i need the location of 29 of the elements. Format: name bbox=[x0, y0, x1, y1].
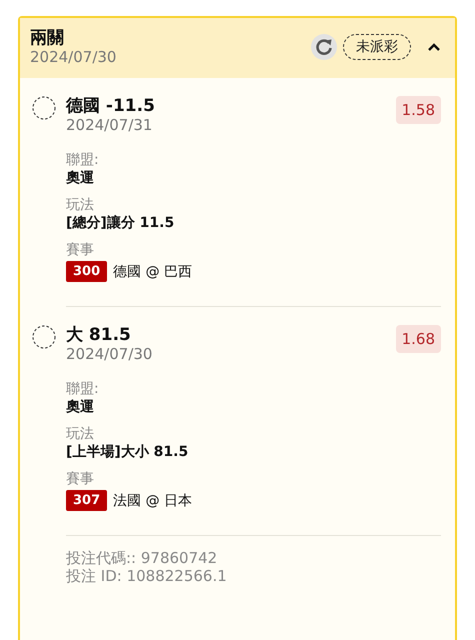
event-code-badge: 307 bbox=[66, 490, 108, 511]
collapse-caret-icon[interactable] bbox=[427, 42, 441, 52]
event-name: 德國 @ 巴西 bbox=[113, 262, 192, 280]
selection-title: 德國 -11.5 bbox=[66, 96, 156, 116]
field-label: 玩法 bbox=[66, 197, 95, 214]
field-label: 玩法 bbox=[66, 426, 95, 443]
refresh-icon[interactable] bbox=[311, 34, 337, 60]
field-label: 聯盟: bbox=[66, 381, 100, 398]
status-badge: 未派彩 bbox=[343, 34, 411, 60]
pending-circle-icon bbox=[32, 325, 56, 349]
bet-type-title: 兩關 bbox=[30, 28, 65, 48]
event-code-badge: 300 bbox=[66, 261, 108, 282]
odds-badge: 1.68 bbox=[396, 325, 441, 353]
field-value: [總分]讓分 11.5 bbox=[66, 214, 176, 232]
field-value: 奧運 bbox=[66, 398, 95, 416]
match-date: 2024/07/31 bbox=[66, 116, 154, 134]
field-label: 賽事 bbox=[66, 471, 95, 488]
match-date: 2024/07/30 bbox=[66, 345, 154, 363]
pending-circle-icon bbox=[32, 96, 56, 120]
event-name: 法國 @ 日本 bbox=[113, 492, 192, 510]
selection-title: 大 81.5 bbox=[66, 325, 132, 345]
bet-date: 2024/07/30 bbox=[30, 48, 118, 66]
odds-badge: 1.58 bbox=[396, 96, 441, 124]
field-value: 奧運 bbox=[66, 169, 95, 187]
field-label: 聯盟: bbox=[66, 152, 100, 169]
bet-info-text: 投注代碼:: 97860742 bbox=[66, 549, 218, 567]
bet-info-text: 投注 ID: 108822566.1 bbox=[66, 567, 228, 585]
field-label: 賽事 bbox=[66, 242, 95, 259]
field-value: [上半場]大小 81.5 bbox=[66, 443, 190, 461]
